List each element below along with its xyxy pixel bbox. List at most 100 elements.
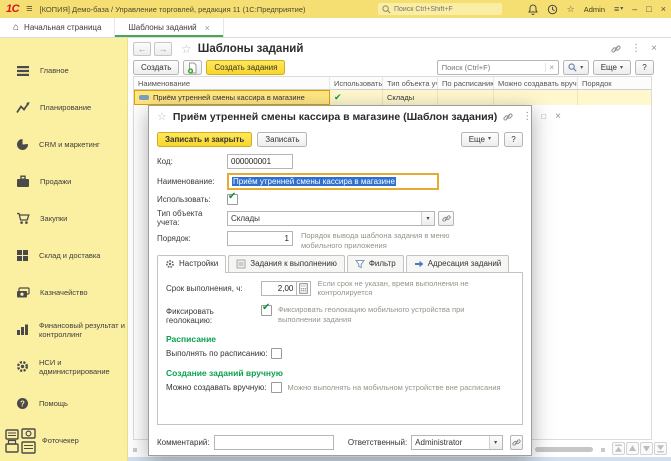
sidebar-item-treasury[interactable]: Казначейство	[0, 274, 127, 311]
history-icon[interactable]	[547, 4, 558, 15]
cell-manual[interactable]	[494, 90, 578, 105]
sidebar-item-crm[interactable]: CRM и маркетинг	[0, 126, 127, 163]
minimize-icon[interactable]: –	[632, 5, 637, 14]
tab-tasks-to-perform[interactable]: Задания к выполнению	[228, 255, 345, 272]
1c-logo: 1С	[6, 3, 19, 15]
move-down-button[interactable]	[640, 442, 653, 455]
notifications-icon[interactable]	[528, 4, 538, 15]
horizontal-scrollbar[interactable]	[535, 447, 593, 452]
order-field[interactable]: 1	[227, 231, 293, 246]
column-header[interactable]: Можно создавать вручную	[494, 77, 578, 89]
cell-used[interactable]: ✔	[330, 90, 383, 105]
create-tasks-button[interactable]: Создать задания	[206, 60, 285, 75]
dialog-title: Приём утренней смены кассира в магазине …	[173, 111, 497, 123]
cell-name[interactable]: Приём утренней смены кассира в магазине	[134, 90, 330, 105]
service-menu-icon[interactable]: ≡▾	[614, 5, 623, 14]
code-field[interactable]: 000000001	[227, 154, 293, 169]
name-field[interactable]: Приём утренней смены кассира в магазине	[227, 173, 439, 190]
more-button[interactable]: Еще▾	[461, 132, 499, 147]
calculator-icon[interactable]	[297, 281, 310, 296]
sidebar-item-photochecker[interactable]: Фоточекер	[0, 422, 127, 459]
cell-object-type[interactable]: Склады	[383, 90, 438, 105]
save-and-close-button[interactable]: Записать и закрыть	[157, 132, 252, 147]
duration-field[interactable]: 2,00	[261, 281, 297, 296]
user-name[interactable]: Admin	[584, 5, 605, 14]
tab-settings[interactable]: Настройки	[157, 255, 226, 272]
cell-by-schedule[interactable]	[438, 90, 494, 105]
pie-chart-icon	[16, 138, 29, 151]
open-link-button[interactable]	[438, 211, 454, 226]
list-search-input[interactable]	[438, 63, 545, 72]
column-header[interactable]: Использовать	[330, 77, 383, 89]
app-titlebar: 1С ≡ [КОПИЯ] Демо-база / Управление торг…	[0, 0, 671, 18]
move-bottom-button[interactable]	[654, 442, 667, 455]
chevron-down-icon[interactable]: ▾	[489, 436, 502, 449]
global-search-input[interactable]	[394, 6, 498, 13]
tab-filter[interactable]: Фильтр	[347, 255, 404, 272]
scrollbar-left-stub[interactable]	[133, 448, 137, 452]
column-header[interactable]: По расписанию	[438, 77, 494, 89]
arrow-right-icon	[414, 259, 424, 269]
chevron-down-icon[interactable]: ▾	[421, 212, 434, 225]
close-dialog-icon[interactable]: ×	[555, 112, 561, 122]
app-window: 1С ≡ [КОПИЯ] Демо-база / Управление торг…	[0, 0, 671, 461]
column-header[interactable]: Наименование	[134, 77, 330, 89]
back-button[interactable]: ←	[133, 42, 151, 56]
main-menu-icon[interactable]: ≡	[26, 4, 32, 15]
responsible-select[interactable]: Administrator ▾	[411, 435, 502, 450]
comment-field[interactable]	[214, 435, 334, 450]
column-header[interactable]: Порядок	[578, 77, 630, 89]
sidebar-item-main[interactable]: Главное	[0, 52, 127, 89]
favorites-icon[interactable]: ☆	[567, 5, 575, 14]
favorite-star-icon[interactable]: ☆	[157, 110, 167, 123]
sidebar-item-sales[interactable]: Продажи	[0, 163, 127, 200]
clear-search-icon[interactable]: ×	[545, 63, 558, 72]
scrollbar-right-stub[interactable]	[601, 448, 605, 452]
schedule-checkbox[interactable]	[271, 348, 282, 359]
form-window-icons: ⋮ ×	[611, 44, 671, 54]
move-up-button[interactable]	[626, 442, 639, 455]
sidebar-item-planning[interactable]: Планирование	[0, 89, 127, 126]
sidebar-item-help[interactable]: ? Помощь	[0, 385, 127, 422]
geo-checkbox[interactable]: ✔	[261, 305, 272, 316]
menu-lines-icon	[16, 65, 30, 77]
tab-task-addressing[interactable]: Адресация заданий	[406, 255, 510, 272]
sidebar-item-purchases[interactable]: Закупки	[0, 200, 127, 237]
close-icon[interactable]: ×	[661, 5, 666, 14]
create-button[interactable]: Создать	[133, 60, 179, 75]
list-toolbar: Создать Создать задания × ▾ Еще▾ ?	[128, 59, 671, 76]
maximize-icon[interactable]: □	[541, 113, 546, 121]
close-form-icon[interactable]: ×	[651, 44, 657, 54]
favorite-star-icon[interactable]: ☆	[181, 42, 192, 56]
column-header[interactable]: Тип объекта уч...	[383, 77, 438, 89]
get-link-icon[interactable]	[503, 112, 513, 122]
more-dots-icon[interactable]: ⋮	[631, 44, 641, 54]
help-button[interactable]: ?	[635, 60, 654, 75]
app-title: [КОПИЯ] Демо-база / Управление торговлей…	[39, 5, 305, 14]
cell-order[interactable]	[578, 90, 630, 105]
maximize-icon[interactable]: □	[646, 5, 651, 14]
object-type-select[interactable]: Склады ▾	[227, 211, 435, 226]
help-button[interactable]: ?	[504, 132, 523, 147]
manual-checkbox[interactable]	[271, 382, 282, 393]
tab-close-icon[interactable]: ×	[205, 23, 210, 33]
more-button[interactable]: Еще▾	[593, 60, 631, 75]
table-row[interactable]: Приём утренней смены кассира в магазине …	[134, 90, 651, 105]
use-checkbox[interactable]: ✔	[227, 194, 238, 205]
tab-home-page[interactable]: ⌂ Начальная страница	[0, 18, 115, 37]
tab-task-templates[interactable]: Шаблоны заданий ×	[115, 18, 223, 37]
get-link-icon[interactable]	[611, 44, 621, 54]
create-group-button[interactable]	[183, 60, 202, 75]
sidebar-item-nsi-admin[interactable]: НСИ и администрирование	[0, 348, 127, 385]
search-settings-button[interactable]: ▾	[563, 60, 589, 75]
save-button[interactable]: Записать	[257, 132, 307, 147]
move-top-button[interactable]	[612, 442, 625, 455]
more-dots-icon[interactable]: ⋮	[522, 112, 532, 122]
global-search[interactable]	[378, 3, 502, 15]
sidebar-item-finance[interactable]: Финансовый результат и контроллинг	[0, 311, 127, 348]
forward-button[interactable]: →	[154, 42, 172, 56]
open-link-button[interactable]	[510, 435, 523, 450]
list-search[interactable]: ×	[437, 60, 559, 75]
sidebar-item-warehouse[interactable]: Склад и доставка	[0, 237, 127, 274]
use-label: Использовать:	[157, 195, 227, 204]
